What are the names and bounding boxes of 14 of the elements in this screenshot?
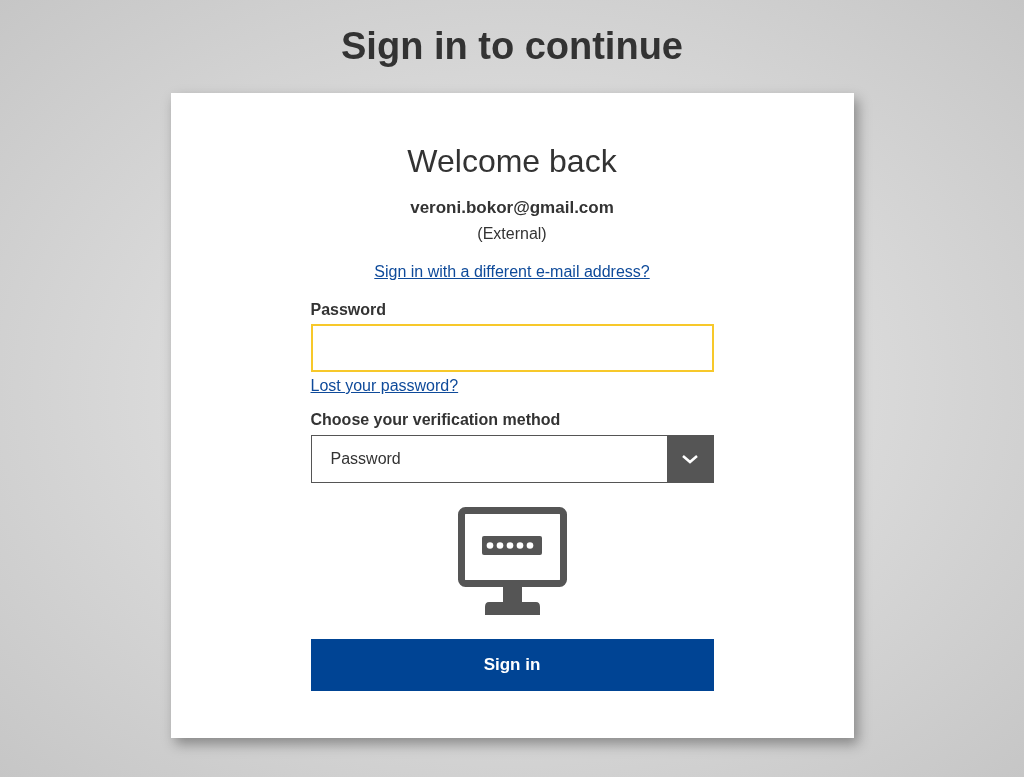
monitor-password-icon [457,507,567,615]
selected-method: Password [329,449,402,469]
password-field[interactable] [310,324,714,372]
page-title: Sign in to continue [341,24,683,68]
different-email-link[interactable]: Sign in with a different e-mail address? [374,262,650,282]
account-type: (External) [477,224,547,244]
password-label: Password [310,300,387,320]
account-email: veroni.bokor@gmail.com [410,198,614,218]
welcome-heading: Welcome back [407,143,617,179]
lost-password-link[interactable]: Lost your password? [310,375,459,397]
chevron-down-icon [680,454,699,464]
verification-method-select[interactable]: Password [310,435,714,483]
sign-in-button[interactable]: Sign in [310,639,714,691]
method-label: Choose your verification method [310,410,561,430]
